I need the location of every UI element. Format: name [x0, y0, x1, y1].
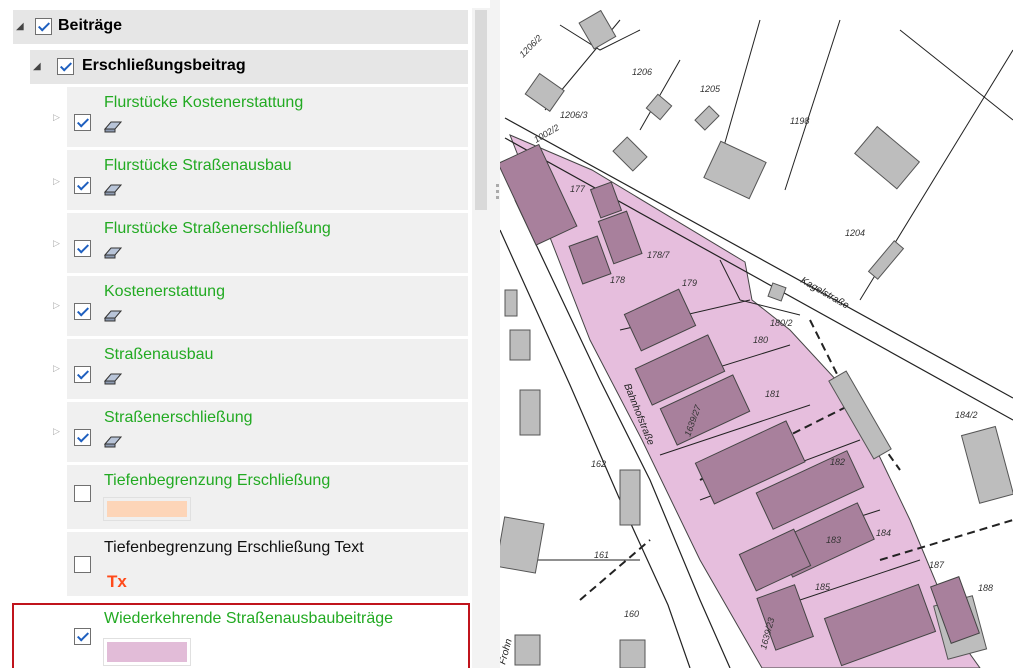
layer-checkbox[interactable]	[74, 485, 91, 502]
layer-item[interactable]: Straßenausbau	[67, 339, 468, 399]
layer-label: Tiefenbegrenzung Erschließung Text	[104, 539, 364, 556]
parcel-label: 1198	[790, 116, 809, 126]
splitter-grip-icon	[496, 196, 499, 199]
expand-arrow-icon[interactable]: ▷	[53, 300, 60, 310]
splitter-grip-icon	[496, 190, 499, 193]
layer-checkbox[interactable]	[74, 303, 91, 320]
parcel-label: 188	[978, 583, 993, 593]
layer-item[interactable]: Tiefenbegrenzung Erschließung	[67, 465, 468, 529]
layer-tree: ◢ Beiträge ◢ Erschließungsbeitrag Flurst…	[0, 0, 496, 668]
layer-item[interactable]: Flurstücke Kostenerstattung	[67, 87, 468, 147]
layer-item[interactable]: Straßenerschließung	[67, 402, 468, 462]
parcel-label: 183	[826, 535, 841, 545]
parcel-label: 182	[830, 457, 845, 467]
layer-label: Straßenausbau	[104, 346, 214, 363]
parcel-label: 1206/3	[560, 110, 588, 120]
layer-label: Kostenerstattung	[104, 283, 225, 300]
layer-checkbox[interactable]	[74, 429, 91, 446]
expand-arrow-icon[interactable]: ▷	[53, 112, 60, 122]
layer-checkbox[interactable]	[74, 240, 91, 257]
panel-splitter[interactable]	[490, 0, 500, 668]
vertical-scrollbar[interactable]	[472, 8, 490, 668]
layer-label: Flurstücke Straßenausbau	[104, 157, 292, 174]
parcel-label: 180/2	[770, 318, 793, 328]
layer-label: Straßenerschließung	[104, 409, 253, 426]
expand-arrow-icon[interactable]: ▷	[53, 426, 60, 436]
layer-icon	[104, 121, 122, 133]
parcel-label: 162	[591, 459, 606, 469]
parcel-label: 180	[753, 335, 768, 345]
tree-node-beitraege[interactable]: ◢ Beiträge	[13, 10, 468, 44]
collapse-arrow-icon[interactable]: ◢	[33, 62, 41, 72]
layer-checkbox[interactable]	[74, 556, 91, 573]
layer-icon	[104, 436, 122, 448]
layer-label: Tiefenbegrenzung Erschließung	[104, 472, 331, 489]
layer-checkbox[interactable]	[74, 114, 91, 131]
parcel-label: 179	[682, 278, 697, 288]
parcel-label: 1206/2	[517, 33, 544, 60]
parcel-label: 184/2	[955, 410, 978, 420]
fill-swatch-icon	[103, 497, 191, 521]
parcel-label: 181	[765, 389, 780, 399]
parcel-label: 177	[570, 184, 586, 194]
parcel-label: 187	[929, 560, 945, 570]
parcel-label: 160	[624, 609, 639, 619]
expand-arrow-icon[interactable]: ▷	[53, 238, 60, 248]
layer-checkbox[interactable]	[74, 366, 91, 383]
layer-icon	[104, 247, 122, 259]
layer-item[interactable]: Tiefenbegrenzung Erschließung Text Tx	[67, 532, 468, 596]
scrollbar-thumb[interactable]	[475, 10, 487, 210]
layer-item[interactable]: Flurstücke Straßenausbau	[67, 150, 468, 210]
layer-item[interactable]: Kostenerstattung	[67, 276, 468, 336]
parcel-label: 1205	[700, 84, 721, 94]
erschliessungsbeitrag-checkbox[interactable]	[57, 58, 74, 75]
parcel-label: 1206	[632, 67, 652, 77]
layer-icon	[104, 310, 122, 322]
layer-icon	[104, 373, 122, 385]
expand-arrow-icon[interactable]: ▷	[53, 176, 60, 186]
selection-highlight	[12, 603, 470, 668]
text-style-icon: Tx	[107, 572, 127, 591]
street-label: Frohn	[500, 637, 515, 666]
beitraege-checkbox[interactable]	[35, 18, 52, 35]
cadastral-map[interactable]: 1206/2 1206 1205 1206/3 1198 1002/2 177 …	[500, 10, 1013, 668]
collapse-arrow-icon[interactable]: ◢	[16, 22, 24, 32]
layer-label: Flurstücke Straßenerschließung	[104, 220, 331, 237]
beitraege-label: Beiträge	[58, 17, 123, 34]
street-label: Kagelstraße	[799, 275, 852, 312]
tree-node-erschliessungsbeitrag[interactable]: ◢ Erschließungsbeitrag	[30, 50, 468, 84]
parcel-label: 178/7	[647, 250, 671, 260]
layer-checkbox[interactable]	[74, 177, 91, 194]
parcel-label: 1204	[845, 228, 865, 238]
splitter-grip-icon	[496, 184, 499, 187]
expand-arrow-icon[interactable]: ▷	[53, 363, 60, 373]
parcel-label: 185	[815, 582, 831, 592]
map-view[interactable]: 1206/2 1206 1205 1206/3 1198 1002/2 177 …	[500, 10, 1013, 668]
parcel-label: 161	[594, 550, 609, 560]
erschliessungsbeitrag-label: Erschließungsbeitrag	[82, 57, 246, 74]
layer-icon	[104, 184, 122, 196]
parcel-label: 184	[876, 528, 891, 538]
parcel-label: 178	[610, 275, 625, 285]
layer-label: Flurstücke Kostenerstattung	[104, 94, 304, 111]
layer-item[interactable]: Flurstücke Straßenerschließung	[67, 213, 468, 273]
